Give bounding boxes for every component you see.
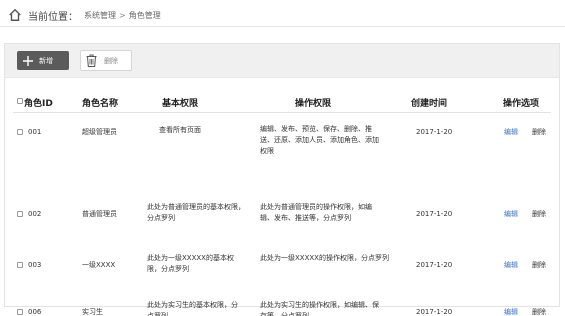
role-basic-permission: 此处为实习生的基本权限，分点罗列 [147,301,238,316]
role-basic-permission: 查看所有页面 [159,126,201,134]
delete-link[interactable]: 删除 [532,307,546,316]
select-all-checkbox[interactable] [17,98,23,104]
role-name: 普通管理员 [82,210,117,218]
delete-link[interactable]: 删除 [532,260,546,270]
breadcrumb-separator: > [119,10,126,20]
add-button[interactable]: 新增 [17,51,69,70]
edit-link[interactable]: 编辑 [504,307,518,316]
row-checkbox[interactable] [17,129,23,135]
role-name: 实习生 [82,308,103,316]
home-icon[interactable] [8,8,22,22]
row-checkbox[interactable] [17,309,23,315]
add-button-label: 新增 [39,56,53,65]
delete-button[interactable]: 删除 [80,50,132,71]
column-header-ops: 操作权限 [295,99,332,109]
role-id: 003 [28,261,42,269]
column-header-actions: 操作选项 [503,99,540,109]
role-id: 001 [28,128,42,136]
roles-table: 角色ID 角色名称 基本权限 操作权限 创建时间 操作选项 001 超级管理员 … [5,78,559,316]
column-header-id: 角色ID [24,99,53,109]
top-divider [0,26,565,27]
column-header-created: 创建时间 [411,99,448,109]
breadcrumb-item-system[interactable]: 系统管理 [84,10,116,21]
role-operation-permission: 此处为一级XXXXX的操作权限，分点罗列 [260,254,389,262]
delete-link[interactable]: 删除 [532,127,546,137]
role-created-date: 2017-1-20 [416,261,453,269]
role-operation-permission: 此处为普通管理员的操作权限，如编辑、发布、推送等，分点罗列 [260,203,372,222]
roles-panel: 新增 删除 角色ID 角色名称 基本权限 操作权限 创建时间 操作选项 001 … [4,43,560,316]
role-created-date: 2017-1-20 [416,210,453,218]
trash-icon [86,54,97,67]
edit-link[interactable]: 编辑 [504,127,518,137]
row-checkbox[interactable] [17,262,23,268]
plus-icon [23,55,33,66]
role-name: 超级管理员 [82,128,117,136]
row-checkbox[interactable] [17,211,23,217]
role-id: 006 [28,308,42,316]
header-divider [13,112,551,113]
role-operation-permission: 此处为实习生的操作权限，如编辑、保存等，分点罗列 [260,301,379,316]
role-id: 002 [28,210,42,218]
role-created-date: 2017-1-20 [416,128,453,136]
role-basic-permission: 此处为一级XXXXX的基本权限，分点罗列 [147,254,234,273]
role-basic-permission: 此处为普通管理员的基本权限，分点罗列 [147,203,245,222]
toolbar: 新增 删除 [5,44,559,78]
breadcrumb-label: 当前位置： [28,11,78,23]
role-name: 一级XXXX [82,261,116,269]
role-created-date: 2017-1-20 [416,308,453,316]
edit-link[interactable]: 编辑 [504,260,518,270]
delete-button-label: 删除 [104,56,118,65]
breadcrumb-item-roles: 角色管理 [128,10,161,20]
column-header-name: 角色名称 [82,99,119,109]
role-operation-permission: 编辑、发布、预览、保存、删除、推送、还原、添加人员、添加角色、添加权限 [260,125,379,155]
breadcrumb: 当前位置： 系统管理 > 角色管理 [8,6,161,24]
delete-link[interactable]: 删除 [532,209,546,219]
column-header-basic: 基本权限 [162,99,199,109]
edit-link[interactable]: 编辑 [504,209,518,219]
